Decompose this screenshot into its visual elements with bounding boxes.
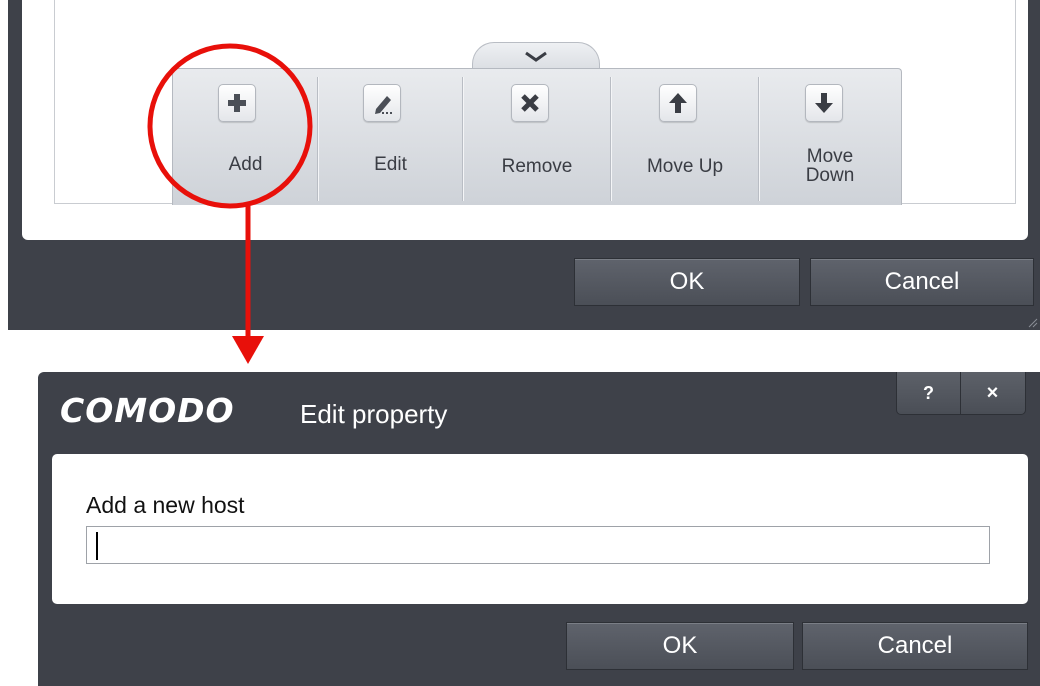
host-field-label: Add a new host [86, 492, 245, 518]
title-bar-buttons: ? × [896, 372, 1026, 415]
dialog-ok-button[interactable]: OK [566, 622, 794, 670]
plus-icon [218, 84, 256, 122]
remove-button[interactable]: Remove [463, 69, 611, 205]
dialog-title: Edit property [300, 399, 448, 429]
arrow-down-icon [805, 84, 843, 122]
text-caret [96, 532, 98, 560]
move-up-button[interactable]: Move Up [611, 69, 759, 205]
parent-content-panel: Add Edit Remove Move Up Move Down [22, 0, 1028, 240]
dialog-cancel-button[interactable]: Cancel [802, 622, 1028, 670]
x-icon [511, 84, 549, 122]
annotation-arrow-head [232, 336, 264, 364]
chevron-down-icon [525, 51, 547, 62]
move-down-button-label-line1: Move [806, 146, 854, 167]
list-toolbar: Add Edit Remove Move Up Move Down [172, 68, 902, 205]
add-button[interactable]: Add [173, 69, 318, 205]
edit-property-dialog: COMODO Edit property ? × Add a new host … [38, 372, 1040, 686]
arrow-up-icon [659, 84, 697, 122]
pencil-icon [363, 84, 401, 122]
parent-window: Add Edit Remove Move Up Move Down OK Can… [8, 0, 1040, 330]
help-button[interactable]: ? [897, 372, 961, 414]
close-button[interactable]: × [961, 372, 1024, 414]
comodo-logo: COMODO [60, 391, 235, 430]
move-down-button-label-line2: Down [805, 165, 855, 186]
add-button-label: Add [228, 154, 263, 175]
move-up-button-label: Move Up [646, 156, 724, 177]
host-input[interactable] [86, 526, 990, 564]
move-down-button[interactable]: Move Down [759, 69, 901, 205]
resize-grip-icon[interactable] [1028, 318, 1038, 328]
remove-button-label: Remove [501, 156, 573, 177]
parent-ok-button[interactable]: OK [574, 258, 800, 306]
parent-cancel-button[interactable]: Cancel [810, 258, 1034, 306]
edit-button[interactable]: Edit [318, 69, 463, 205]
dialog-content-panel: Add a new host [52, 454, 1028, 604]
edit-button-label: Edit [374, 154, 407, 175]
